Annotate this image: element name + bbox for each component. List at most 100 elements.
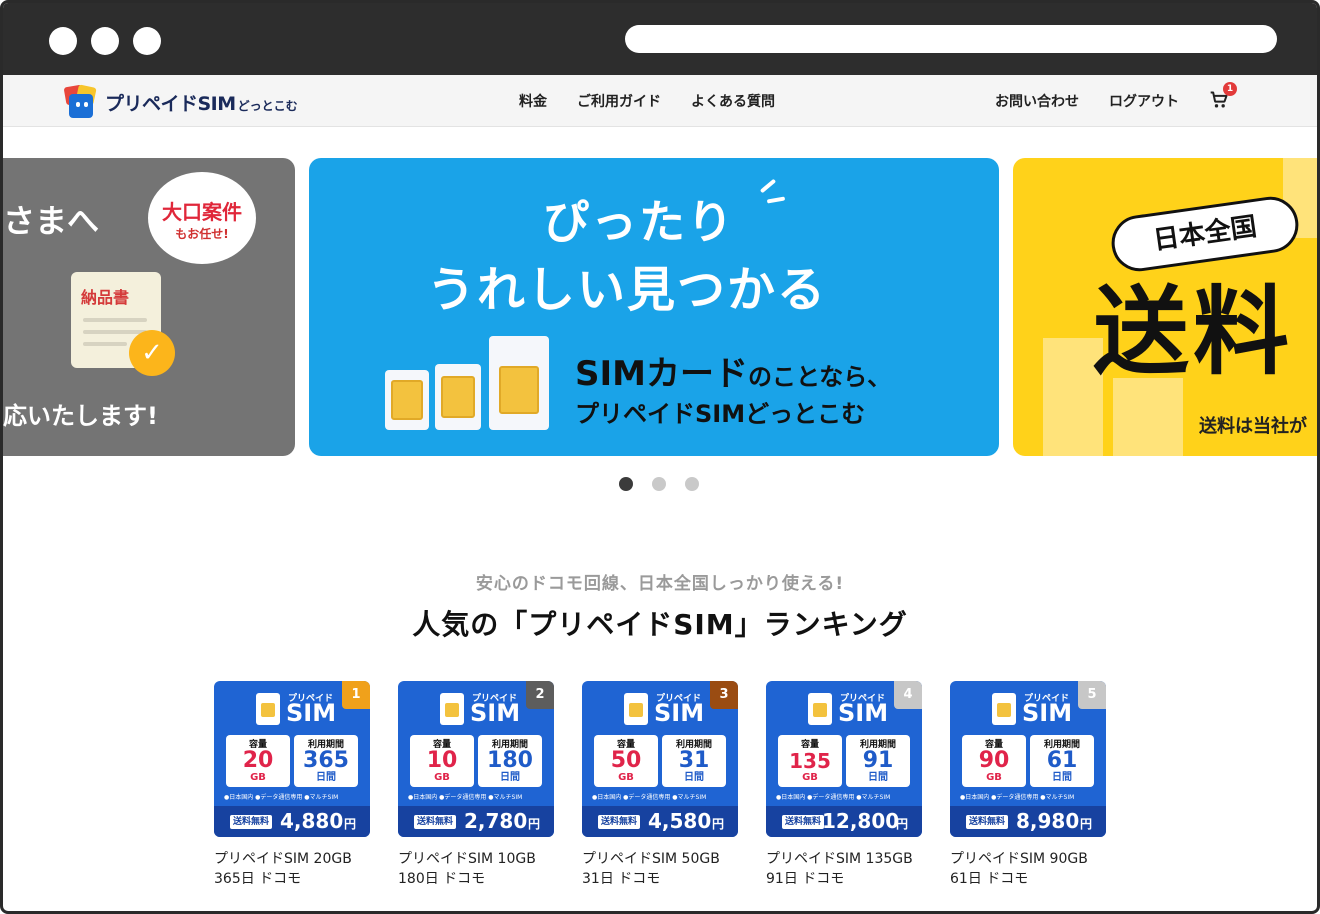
feature-list: ●日本国内 ●データ通信専用 ●マルチSIM [592,794,707,801]
product-name[interactable]: プリペイドSIM 135GB 91日 ドコモ [766,849,922,889]
capacity-value: 135 [789,749,831,773]
rank-badge: 1 [342,681,370,709]
price-currency: 円 [1079,817,1092,831]
period-value: 365 [303,748,349,773]
capacity-box: 容量 135 GB [778,735,842,787]
capacity-unit: GB [618,772,634,783]
nav-guide[interactable]: ご利用ガイド [577,91,661,111]
checkmark-icon: ✓ [129,330,175,376]
carousel-dot-2[interactable] [652,477,666,491]
cart-count-badge: 1 [1223,82,1237,96]
sim-card-icon [624,693,648,725]
capacity-box: 容量 50 GB [594,735,658,787]
nav-contact[interactable]: お問い合わせ [995,91,1079,111]
product-item[interactable]: 1 プリペイド SIM 容量 20 GB 利用期間 365 日間 ●日本国内 ●… [214,681,370,889]
price-bar: 送料無料 4,580 円 [582,806,738,837]
free-shipping-badge: 送料無料 [230,815,273,829]
feature-list: ●日本国内 ●データ通信専用 ●マルチSIM [776,794,891,801]
card-brand: SIM [286,699,337,727]
product-name-line1: プリペイドSIM 90GB [950,851,1088,867]
window-control-dot[interactable] [49,27,77,55]
product-card-image[interactable]: 5 プリペイド SIM 容量 90 GB 利用期間 61 日間 ●日本国内 ●デ… [950,681,1106,837]
product-card-image[interactable]: 2 プリペイド SIM 容量 10 GB 利用期間 180 日間 ●日本国内 ●… [398,681,554,837]
product-item[interactable]: 5 プリペイド SIM 容量 90 GB 利用期間 61 日間 ●日本国内 ●デ… [950,681,1106,889]
product-name[interactable]: プリペイドSIM 90GB 61日 ドコモ [950,849,1106,889]
period-value: 180 [487,748,533,773]
rank-badge: 5 [1078,681,1106,709]
price-bar: 送料無料 4,880 円 [214,806,370,837]
product-name-line1: プリペイドSIM 50GB [582,851,720,867]
card-brand: SIM [838,699,889,727]
free-shipping-badge: 送料無料 [782,815,825,829]
product-name[interactable]: プリペイドSIM 10GB 180日 ドコモ [398,849,554,889]
period-unit: 日間 [316,772,336,783]
capacity-unit: GB [434,772,450,783]
product-name-line2: 365日 ドコモ [214,871,302,887]
carousel-dot-1[interactable] [619,477,633,491]
sparkle-icon [766,196,786,204]
capacity-value: 10 [426,748,458,773]
period-unit: 日間 [1052,772,1072,783]
product-name-line2: 61日 ドコモ [950,871,1029,887]
product-item[interactable]: 2 プリペイド SIM 容量 10 GB 利用期間 180 日間 ●日本国内 ●… [398,681,554,889]
product-name-line2: 180日 ドコモ [398,871,486,887]
price-currency: 円 [343,817,356,831]
cart-button[interactable]: 1 [1209,82,1237,112]
nav-pricing[interactable]: 料金 [519,91,547,111]
logo-mascot-icon [63,84,97,118]
product-name[interactable]: プリペイドSIM 20GB 365日 ドコモ [214,849,370,889]
banner-tagline-brand: プリペイドSIMどっとこむ [575,400,866,428]
browser-titlebar [3,3,1317,75]
capacity-value: 90 [978,748,1010,773]
site-logo[interactable]: プリペイドSIM どっとこむ [63,84,298,119]
product-card-image[interactable]: 4 プリペイド SIM 容量 135 GB 利用期間 91 日間 ●日本国内 ●… [766,681,922,837]
capacity-unit: GB [802,772,818,783]
price-bar: 送料無料 2,780 円 [398,806,554,837]
logo-subtext: どっとこむ [237,98,298,113]
account-nav: お問い合わせ ログアウト 1 [995,75,1237,127]
product-name[interactable]: プリペイドSIM 50GB 31日 ドコモ [582,849,738,889]
period-box: 利用期間 31 日間 [662,735,726,787]
banner-slide-bulk-order[interactable]: さまへ 大口案件 もお任せ! 納品書 ✓ 応いたします! [3,158,295,456]
capacity-box: 容量 20 GB [226,735,290,787]
period-box: 利用期間 91 日間 [846,735,910,787]
price-currency: 円 [895,817,908,831]
sim-card-icon [256,693,280,725]
bubble-sub-text: もお任せ! [175,227,229,241]
carousel-dot-3[interactable] [685,477,699,491]
price-bar: 送料無料 8,980 円 [950,806,1106,837]
product-name-line2: 31日 ドコモ [582,871,661,887]
banner-slide-sim-finder[interactable]: ぴったり うれしい見つかる SIMカードのことなら、 プリペイドSIMどっとこむ [309,158,999,456]
banner-carousel: さまへ 大口案件 もお任せ! 納品書 ✓ 応いたします! ぴったり うれしい見つ… [3,128,1317,498]
carousel-indicators [619,477,718,491]
banner-slide-free-shipping[interactable]: 日本全国 送料 送料は当社が [1013,158,1317,456]
speech-bubble: 大口案件 もお任せ! [148,172,256,264]
ranking-subtitle: 安心のドコモ回線、日本全国しっかり使える! [475,574,845,594]
period-value: 31 [678,748,710,773]
product-item[interactable]: 3 プリペイド SIM 容量 50 GB 利用期間 31 日間 ●日本国内 ●デ… [582,681,738,889]
rank-badge: 2 [526,681,554,709]
site-header: プリペイドSIM どっとこむ 料金 ご利用ガイド よくある質問 お問い合わせ ロ… [3,75,1317,127]
sparkle-icon [759,178,777,194]
product-card-image[interactable]: 3 プリペイド SIM 容量 50 GB 利用期間 31 日間 ●日本国内 ●デ… [582,681,738,837]
sim-card-icon [385,370,429,430]
nav-logout[interactable]: ログアウト [1109,91,1179,111]
capacity-box: 容量 90 GB [962,735,1026,787]
address-bar[interactable] [625,25,1277,53]
nav-faq[interactable]: よくある質問 [691,91,775,111]
rank-badge: 4 [894,681,922,709]
window-control-dot[interactable] [91,27,119,55]
capacity-unit: GB [250,772,266,783]
banner-headline: ぴったり [543,195,735,249]
window-control-dot[interactable] [133,27,161,55]
price-value: 4,580 [648,809,712,833]
product-item[interactable]: 4 プリペイド SIM 容量 135 GB 利用期間 91 日間 ●日本国内 ●… [766,681,922,889]
logo-text: プリペイドSIM [105,92,236,115]
capacity-box: 容量 10 GB [410,735,474,787]
period-value: 61 [1046,748,1078,773]
product-card-image[interactable]: 1 プリペイド SIM 容量 20 GB 利用期間 365 日間 ●日本国内 ●… [214,681,370,837]
price-bar: 送料無料 12,800 円 [766,806,922,837]
card-brand: SIM [1022,699,1073,727]
free-shipping-badge: 送料無料 [966,815,1009,829]
card-brand: SIM [654,699,705,727]
